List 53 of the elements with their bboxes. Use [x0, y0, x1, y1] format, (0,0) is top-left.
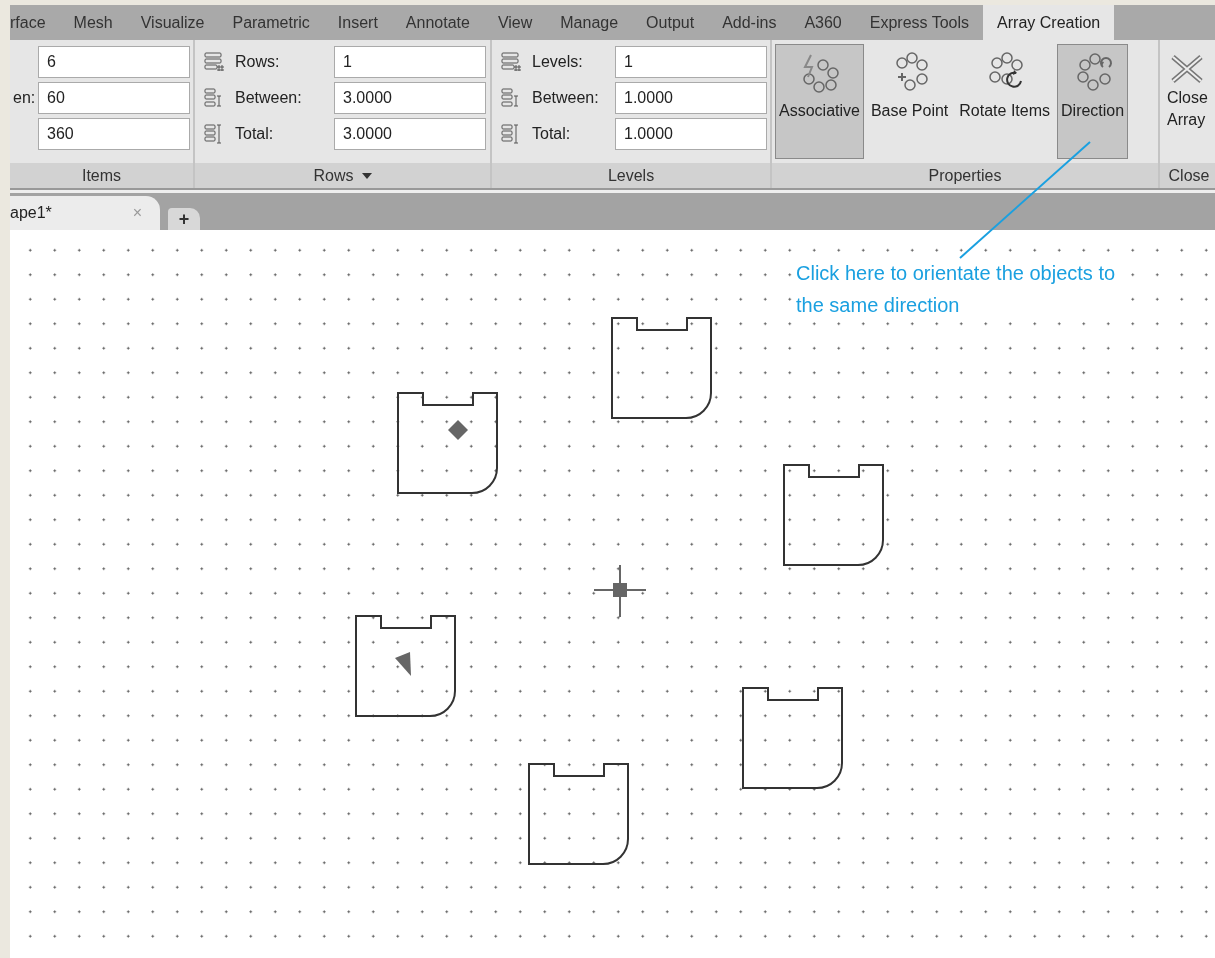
- array-object[interactable]: [397, 392, 498, 494]
- panel-title: Rows: [313, 165, 354, 186]
- ribbon-tab[interactable]: Express Tools: [855, 5, 984, 40]
- ribbon-tab[interactable]: Array Creation: [983, 5, 1115, 40]
- grip-marker[interactable]: [448, 420, 468, 440]
- tab-title: ape1*: [10, 203, 52, 223]
- ribbon-tab[interactable]: View: [483, 5, 547, 40]
- new-tab-button[interactable]: +: [168, 208, 200, 230]
- input-field[interactable]: 3.0000: [334, 118, 486, 150]
- ribbon-tab[interactable]: Add-ins: [708, 5, 791, 40]
- ribbon-tab[interactable]: Annotate: [391, 5, 484, 40]
- array-object[interactable]: [783, 464, 884, 566]
- field-label: Levels:: [532, 52, 584, 72]
- ribbon-button[interactable]: Rotate Items: [955, 44, 1054, 159]
- array-object[interactable]: [611, 317, 712, 419]
- input-field[interactable]: 60: [38, 82, 190, 114]
- close-array-button[interactable]: Close Array: [1163, 44, 1211, 159]
- panel-title: Levels: [607, 165, 655, 186]
- ribbon-tab[interactable]: Visualize: [126, 5, 219, 40]
- crosshair-cursor: [593, 564, 647, 618]
- field-label: Total:: [235, 124, 275, 144]
- input-field[interactable]: 360: [38, 118, 190, 150]
- field-label: Rows:: [235, 52, 281, 72]
- ribbon-tab[interactable]: Manage: [546, 5, 633, 40]
- ribbon-tab[interactable]: rface: [10, 5, 60, 40]
- ribbon-tab[interactable]: Mesh: [59, 5, 127, 40]
- field-label: en:: [13, 88, 37, 108]
- ribbon-tab[interactable]: Insert: [323, 5, 392, 40]
- array-object[interactable]: [355, 615, 456, 717]
- field-label: Between:: [235, 88, 303, 108]
- ribbon-button[interactable]: Associative: [775, 44, 864, 159]
- input-field[interactable]: 1: [615, 46, 767, 78]
- rows-levels-icon: [203, 51, 227, 73]
- ribbon-button[interactable]: Direction: [1057, 44, 1129, 159]
- array-object[interactable]: [528, 763, 629, 865]
- panel-title: Close: [1168, 165, 1210, 186]
- ribbon-tab[interactable]: Output: [632, 5, 709, 40]
- input-field[interactable]: 1: [334, 46, 486, 78]
- input-field[interactable]: 1.0000: [615, 118, 767, 150]
- document-tab[interactable]: ape1* ×: [10, 196, 160, 230]
- field-label: Total:: [532, 124, 572, 144]
- field-label: Between:: [532, 88, 600, 108]
- ribbon-button[interactable]: Base Point: [866, 44, 953, 159]
- array-object[interactable]: [742, 687, 843, 789]
- input-field[interactable]: 6: [38, 46, 190, 78]
- panel-title: Items: [81, 165, 122, 186]
- ribbon-tab[interactable]: Parametric: [218, 5, 324, 40]
- panel-title: Properties: [928, 165, 1002, 186]
- rows-levels-icon: [500, 51, 524, 73]
- input-field[interactable]: 1.0000: [615, 82, 767, 114]
- input-field[interactable]: 3.0000: [334, 82, 486, 114]
- ribbon-tab[interactable]: A360: [790, 5, 856, 40]
- grip-marker[interactable]: [395, 652, 411, 676]
